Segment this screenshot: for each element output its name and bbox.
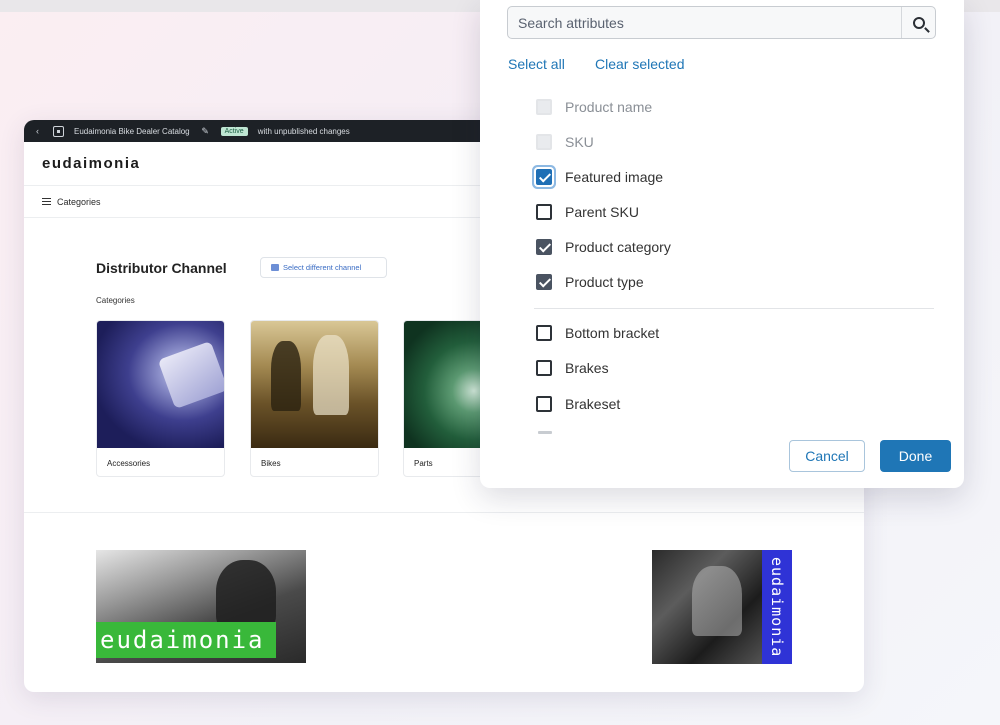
attribute-option-featured-image[interactable]: Featured image: [536, 166, 663, 188]
attribute-option-sku[interactable]: SKU: [536, 131, 594, 153]
checkbox[interactable]: [536, 274, 552, 290]
clear-selected-link[interactable]: Clear selected: [595, 56, 685, 72]
attribute-option-product-name[interactable]: Product name: [536, 96, 652, 118]
attribute-label: Parent SKU: [565, 204, 639, 220]
status-badge: Active: [220, 126, 248, 136]
banner-logo: eudaimonia: [96, 622, 276, 658]
categories-nav-label: Categories: [57, 196, 101, 207]
checkbox[interactable]: [536, 239, 552, 255]
status-note: with unpublished changes: [257, 126, 350, 136]
search-input[interactable]: [508, 7, 901, 38]
attribute-selector-panel: Select all Clear selected Product name S…: [480, 0, 964, 488]
select-channel-button[interactable]: Select different channel: [260, 257, 387, 278]
category-card-accessories[interactable]: Accessories: [96, 320, 225, 477]
attribute-option-brakeset[interactable]: Brakeset: [536, 393, 620, 415]
checkbox[interactable]: [536, 204, 552, 220]
attribute-label: Brakeset: [565, 396, 621, 412]
section-divider: [24, 512, 864, 513]
channel-icon: [271, 264, 279, 271]
checkbox: [536, 134, 552, 150]
select-all-link[interactable]: Select all: [508, 56, 565, 72]
category-label: Bikes: [261, 458, 281, 468]
category-card-bikes[interactable]: Bikes: [250, 320, 379, 477]
brand-logo: eudaimonia: [42, 155, 141, 172]
attribute-label: Bottom bracket: [565, 325, 660, 341]
attribute-option-parent-sku[interactable]: Parent SKU: [536, 201, 639, 223]
attribute-group-divider: [534, 308, 934, 309]
select-channel-label: Select different channel: [283, 263, 362, 272]
attribute-label: Brakes: [565, 360, 609, 376]
checkbox: [536, 99, 552, 115]
attribute-label: Product category: [565, 239, 671, 255]
category-image: [251, 321, 378, 448]
channel-header: Distributor Channel Select different cha…: [96, 257, 387, 278]
category-label: Accessories: [107, 458, 151, 468]
checkbox[interactable]: [536, 325, 552, 341]
attribute-label: SKU: [565, 134, 594, 150]
checkbox[interactable]: [536, 169, 552, 185]
category-image: [97, 321, 224, 448]
search-box: [507, 6, 936, 39]
banner-logo-vertical: eudaimonia: [762, 550, 792, 664]
checkbox[interactable]: [536, 396, 552, 412]
cancel-button[interactable]: Cancel: [789, 440, 865, 472]
attribute-label: Featured image: [565, 169, 664, 185]
edit-pencil-icon[interactable]: ✎: [200, 126, 211, 137]
next-option-edge: [538, 431, 552, 434]
search-icon: [912, 16, 925, 29]
attribute-option-product-category[interactable]: Product category: [536, 236, 671, 258]
attribute-label: Product name: [565, 99, 653, 115]
menu-icon: [42, 198, 51, 205]
done-button[interactable]: Done: [880, 440, 951, 472]
search-button[interactable]: [901, 7, 935, 38]
attribute-option-product-type[interactable]: Product type: [536, 271, 644, 293]
categories-heading: Categories: [96, 296, 135, 305]
catalog-name: Eudaimonia Bike Dealer Catalog: [74, 126, 190, 136]
promo-banner-left[interactable]: eudaimonia: [96, 550, 306, 663]
channel-title: Distributor Channel: [96, 260, 227, 276]
attribute-label: Product type: [565, 274, 644, 290]
attribute-option-bottom-bracket[interactable]: Bottom bracket: [536, 322, 659, 344]
attribute-option-brakes[interactable]: Brakes: [536, 357, 609, 379]
back-chevron-icon[interactable]: ‹: [32, 126, 43, 137]
promo-banner-right[interactable]: eudaimonia: [652, 550, 792, 664]
checkbox[interactable]: [536, 360, 552, 376]
store-icon: [53, 125, 64, 137]
